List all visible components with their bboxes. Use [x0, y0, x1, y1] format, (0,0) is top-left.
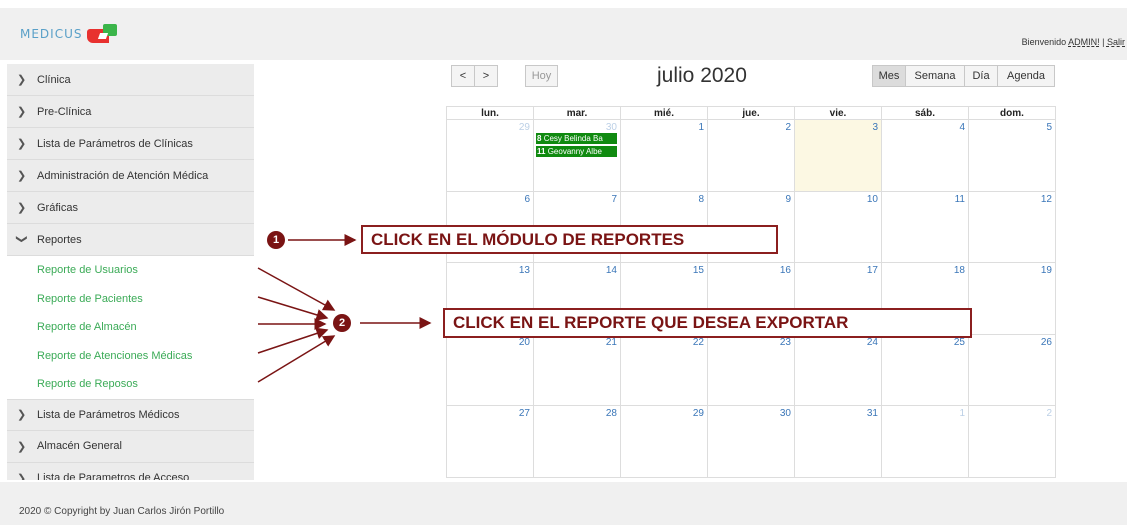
annotation-arrows — [257, 234, 432, 383]
annotation-step-1: CLICK EN EL MÓDULO DE REPORTES — [361, 225, 778, 254]
step-badge-2: 2 — [333, 314, 351, 332]
annotation-step-2: CLICK EN EL REPORTE QUE DESEA EXPORTAR — [443, 308, 972, 338]
step-badge-1: 1 — [267, 231, 285, 249]
footer: 2020 © Copyright by Juan Carlos Jirón Po… — [0, 482, 1127, 525]
copyright-text: 2020 © Copyright by Juan Carlos Jirón Po… — [19, 506, 225, 517]
